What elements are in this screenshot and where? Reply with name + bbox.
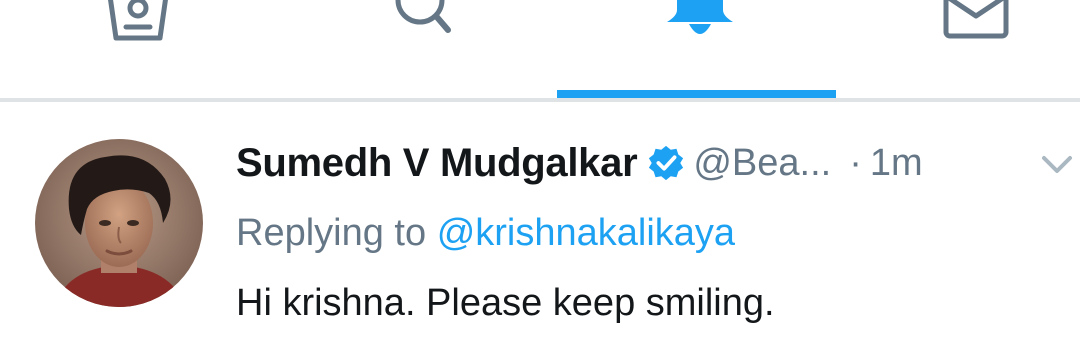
search-icon bbox=[395, 0, 451, 33]
tab-search[interactable] bbox=[270, 0, 540, 98]
separator-dot: · bbox=[849, 141, 862, 184]
avatar-image bbox=[35, 139, 203, 307]
tab-notifications[interactable] bbox=[557, 0, 836, 98]
avatar[interactable] bbox=[35, 139, 203, 307]
display-name[interactable]: Sumedh V Mudgalkar bbox=[236, 141, 638, 186]
tweet[interactable]: Sumedh V Mudgalkar @Bea... · 1m Replying… bbox=[0, 102, 1080, 360]
replying-to-label: Replying to bbox=[236, 212, 427, 254]
tweet-text: Hi krishna. Please keep smiling. bbox=[236, 282, 775, 324]
active-tab-indicator bbox=[557, 90, 836, 98]
home-icon bbox=[108, 0, 168, 41]
reply-to-handle-link[interactable]: @krishnakalikaya bbox=[437, 212, 735, 254]
bell-icon bbox=[667, 0, 733, 34]
tab-bar bbox=[0, 0, 1080, 102]
tweet-header: Sumedh V Mudgalkar @Bea... · 1m bbox=[236, 140, 923, 186]
replying-to: Replying to @krishnakalikaya bbox=[236, 212, 735, 255]
timestamp[interactable]: 1m bbox=[870, 142, 923, 185]
tab-messages[interactable] bbox=[836, 0, 1080, 98]
user-handle[interactable]: @Bea... bbox=[693, 142, 831, 185]
tab-home[interactable] bbox=[0, 0, 270, 98]
envelope-icon bbox=[943, 0, 1009, 39]
chevron-down-icon[interactable] bbox=[1040, 154, 1074, 176]
verified-badge-icon bbox=[649, 145, 684, 181]
